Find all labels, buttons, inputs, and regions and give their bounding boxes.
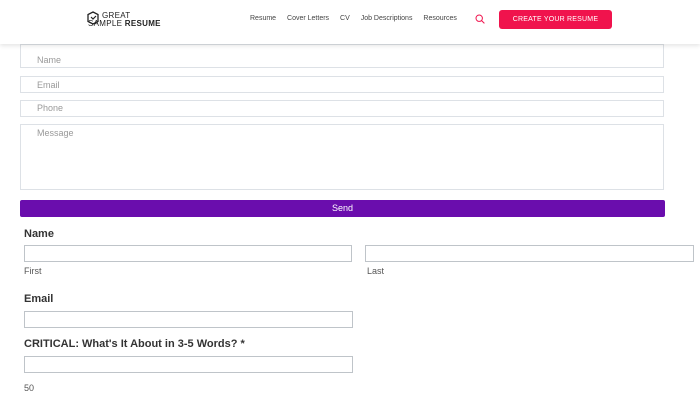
message-placeholder: Message — [37, 128, 74, 138]
critical-input[interactable] — [24, 356, 353, 373]
nav-resume[interactable]: Resume — [250, 15, 276, 22]
email-label: Email — [24, 293, 54, 305]
critical-label: CRITICAL: What's It About in 3-5 Words? … — [24, 338, 245, 350]
email-placeholder: Email — [37, 80, 60, 90]
phone-field[interactable]: Phone — [20, 100, 664, 117]
email-field[interactable]: Email — [20, 76, 664, 93]
create-resume-button[interactable]: CREATE YOUR RESUME — [499, 10, 612, 29]
last-name-input[interactable] — [365, 245, 694, 262]
phone-placeholder: Phone — [37, 103, 64, 113]
name-field[interactable]: Name — [20, 44, 664, 68]
site-header: GREAT SAMPLE RESUME Resume Cover Letters… — [0, 0, 700, 44]
email-input[interactable] — [24, 311, 353, 328]
name-placeholder: Name — [37, 55, 62, 65]
search-icon[interactable] — [475, 14, 485, 24]
nav-cv[interactable]: CV — [340, 15, 350, 22]
nav-job-descriptions[interactable]: Job Descriptions — [361, 15, 413, 22]
last-sublabel: Last — [367, 266, 385, 276]
logo-text-resume: RESUME — [124, 19, 161, 28]
nav-resources[interactable]: Resources — [423, 15, 456, 22]
first-name-input[interactable] — [24, 245, 352, 262]
message-field[interactable]: Message — [20, 124, 664, 190]
site-logo[interactable]: GREAT SAMPLE RESUME — [86, 10, 166, 30]
logo-text-sample-resume: SAMPLE RESUME — [88, 19, 161, 28]
send-button[interactable]: Send — [20, 200, 665, 217]
logo-text-sample: SAMPLE — [88, 19, 123, 28]
name-label: Name — [24, 228, 54, 240]
char-counter: 50 — [24, 383, 35, 393]
main-nav: Resume Cover Letters CV Job Descriptions… — [250, 15, 466, 22]
nav-cover-letters[interactable]: Cover Letters — [287, 15, 329, 22]
first-sublabel: First — [24, 266, 42, 276]
